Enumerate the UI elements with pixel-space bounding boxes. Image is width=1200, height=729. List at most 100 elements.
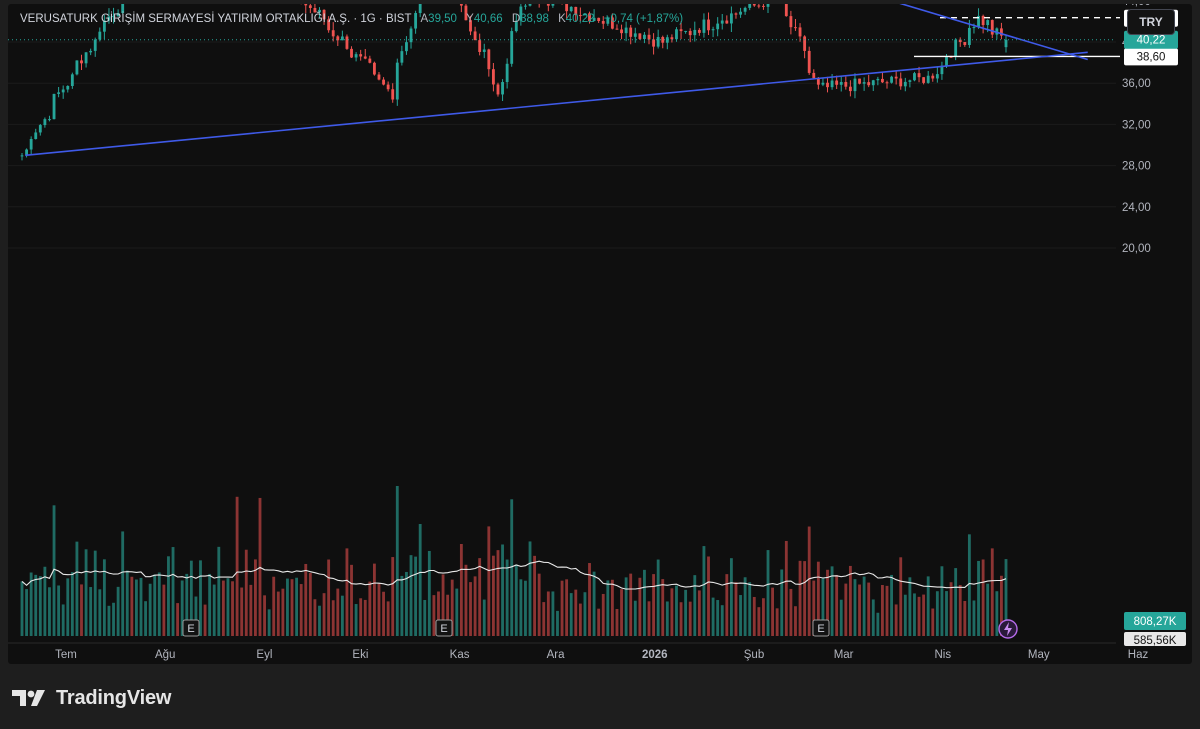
volume-bar	[496, 550, 500, 636]
candle-body	[647, 34, 651, 40]
volume-bar	[510, 499, 514, 636]
volume-bar	[903, 594, 907, 636]
candle-body	[661, 37, 665, 43]
volume-bar	[130, 576, 134, 636]
volume-bar	[505, 559, 509, 636]
volume-bar	[249, 584, 253, 636]
candle-body	[876, 78, 880, 81]
volume-bar	[139, 577, 143, 636]
candle-body	[990, 20, 994, 35]
candle-body	[418, 4, 422, 14]
candle-body	[350, 48, 353, 58]
candle-body	[986, 20, 990, 26]
volume-bar	[748, 582, 752, 636]
candle-body	[885, 82, 889, 84]
volume-bar	[931, 608, 935, 636]
candle-body	[377, 74, 381, 80]
x-tick-label: May	[1028, 649, 1050, 661]
candle-body	[491, 69, 495, 85]
candle-body	[400, 51, 404, 63]
x-tick-label: Şub	[744, 649, 764, 661]
candle-body	[967, 27, 971, 45]
symbol-legend: VERUSATURK GİRİŞİM SERMAYESİ YATIRIM ORT…	[20, 13, 683, 25]
candle-body	[890, 76, 894, 83]
candle-body	[505, 63, 509, 83]
currency-button[interactable]: TRY	[1127, 9, 1175, 35]
volume-bar	[670, 588, 674, 636]
volume-bar	[734, 582, 738, 636]
volume-bar	[977, 560, 980, 636]
volume-bar	[729, 558, 733, 636]
volume-bar	[693, 575, 697, 636]
volume-bar	[881, 585, 884, 636]
volume-bar	[167, 556, 170, 636]
volume-bar	[565, 579, 569, 636]
volume-bar	[556, 610, 559, 636]
level-price-label: 38,60	[1137, 51, 1166, 63]
x-tick-label: Nis	[934, 649, 951, 661]
volume-bar	[414, 556, 418, 636]
candle-body	[670, 37, 674, 40]
tradingview-logo-icon	[12, 690, 45, 706]
candle-body	[20, 155, 24, 157]
candle-body	[867, 82, 871, 86]
candle-body	[93, 39, 97, 51]
chart-canvas[interactable]: 72,0068,0064,0060,0056,0052,0048,0044,00…	[8, 4, 1192, 664]
volume-bar	[395, 486, 399, 636]
high-value: 40,66	[473, 13, 503, 25]
candle-body	[972, 27, 976, 29]
volume-bar	[427, 550, 431, 636]
volume-bar	[176, 603, 180, 636]
volume-bar	[61, 604, 65, 636]
volume-bar	[665, 601, 669, 636]
volume-bar	[359, 598, 363, 636]
candle-body	[697, 29, 701, 33]
volume-bar	[304, 563, 308, 636]
candle-body	[89, 50, 93, 53]
candle-body	[98, 31, 102, 40]
candle-body	[656, 37, 660, 47]
volume-bar	[972, 600, 976, 636]
volume-bar	[588, 563, 591, 636]
candle-body	[752, 4, 756, 6]
x-tick-label: Ağu	[155, 649, 175, 661]
volume-bar	[208, 573, 212, 636]
candle-body	[551, 4, 555, 6]
chart-frame[interactable]: 72,0068,0064,0060,0056,0052,0048,0044,00…	[8, 4, 1192, 664]
candle-body	[38, 125, 42, 133]
volume-bar	[327, 559, 331, 636]
volume-bar	[473, 576, 477, 636]
volume-bar	[899, 557, 903, 636]
change-value: +0,74 (+1,87%)	[603, 13, 684, 25]
low-label: D	[511, 13, 521, 25]
volume-bar	[739, 595, 742, 636]
volume-bar	[482, 599, 486, 636]
volume-bar	[995, 591, 999, 636]
candle-body	[894, 76, 898, 79]
volume-bar	[405, 571, 408, 636]
candle-body	[707, 19, 710, 31]
volume-bar	[400, 575, 404, 636]
candle-body	[615, 28, 619, 30]
y-tick-label: 44,00	[1122, 4, 1151, 8]
volume-bar	[487, 526, 491, 636]
candle-body	[354, 54, 358, 58]
volume-bar	[345, 548, 349, 636]
volume-bar	[221, 580, 225, 636]
tradingview-name: TradingView	[56, 686, 172, 709]
volume-bar	[70, 572, 74, 636]
candle-body	[638, 33, 642, 39]
candle-body	[52, 93, 56, 120]
x-tick-label: Eki	[352, 649, 368, 661]
volume-bar	[917, 596, 921, 636]
trendline[interactable]	[25, 51, 1088, 157]
candle-body	[340, 36, 344, 41]
volume-bar	[267, 609, 271, 636]
candle-body	[922, 77, 926, 83]
volume-bar	[240, 587, 244, 636]
volume-bar	[633, 600, 637, 636]
volume-bar	[848, 565, 852, 636]
volume-bar	[98, 589, 102, 636]
volume-bar	[38, 576, 42, 636]
volume-bar	[121, 531, 125, 636]
